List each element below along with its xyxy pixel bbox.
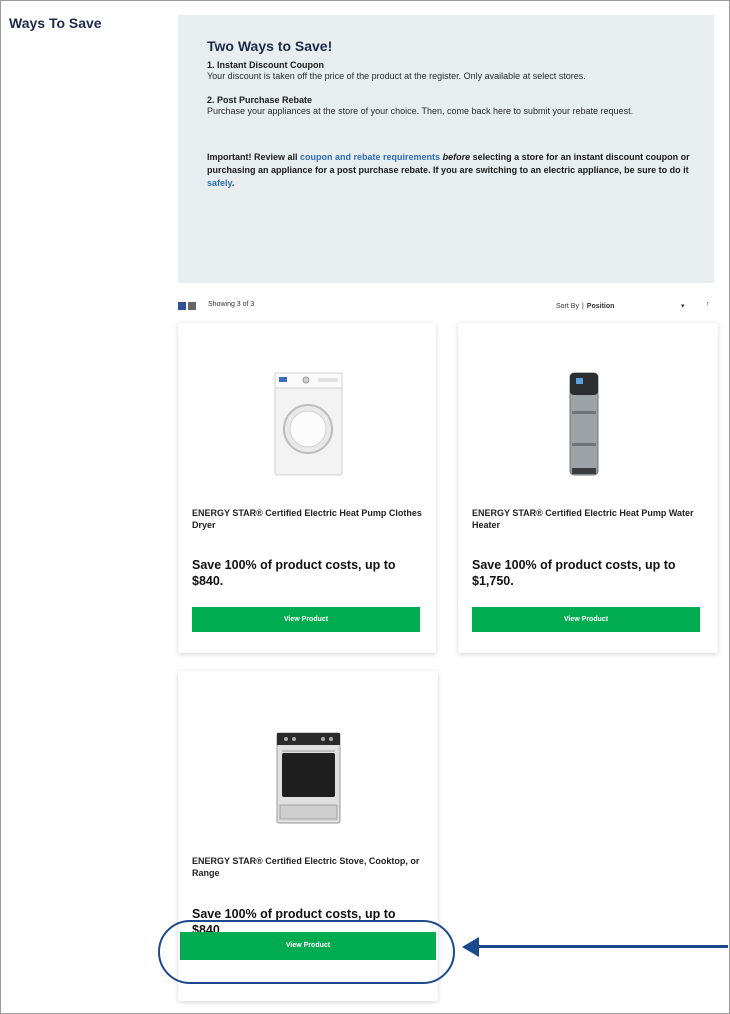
important-notice: Important! Review all coupon and rebate … <box>207 151 697 190</box>
sidebar-title: Ways To Save <box>9 15 102 31</box>
sort-value: Position <box>586 303 615 310</box>
showing-count: Showing 3 of 3 <box>208 301 255 308</box>
product-name[interactable]: ENERGY STAR® Certified Electric Heat Pum… <box>192 507 422 531</box>
ways-to-save-info-box: Two Ways to Save! 1. Instant Discount Co… <box>178 15 714 283</box>
requirements-link[interactable]: coupon and rebate requirements <box>300 152 440 162</box>
view-product-button[interactable]: View Product <box>472 607 700 632</box>
arrow-left-icon <box>462 937 479 957</box>
sort-direction-icon[interactable]: ↑ <box>706 301 710 308</box>
sort-label: Sort By <box>556 303 579 310</box>
safely-link[interactable]: safely <box>207 178 232 188</box>
product-savings: Save 100% of product costs, up to $840. <box>192 558 396 588</box>
view-product-button[interactable]: View Product <box>192 607 420 632</box>
arrow-line <box>478 945 728 948</box>
info-title: Two Ways to Save! <box>207 38 333 54</box>
sort-by[interactable]: Sort By | Position <box>556 303 614 310</box>
product-toolbar: Showing 3 of 3 Sort By | Position ▾ ↑ <box>178 300 714 314</box>
option2-title: 2. Post Purchase Rebate <box>207 95 313 105</box>
grid-view-icon[interactable] <box>178 302 186 310</box>
product-card-dryer: ENERGY STAR® Certified Electric Heat Pum… <box>178 323 436 653</box>
important-end: . <box>231 178 235 188</box>
clothes-dryer-image <box>274 372 343 476</box>
highlight-ellipse <box>158 920 455 984</box>
chevron-down-icon[interactable]: ▾ <box>681 302 685 310</box>
option1-title: 1. Instant Discount Coupon <box>207 60 324 70</box>
sort-separator: | <box>581 303 584 310</box>
product-name[interactable]: ENERGY STAR® Certified Electric Heat Pum… <box>472 507 702 531</box>
product-card-water-heater: ENERGY STAR® Certified Electric Heat Pum… <box>458 323 718 653</box>
electric-range-image <box>276 732 341 824</box>
important-before: before <box>442 152 471 162</box>
water-heater-image <box>569 372 599 476</box>
important-prefix: Important! Review all <box>207 152 301 162</box>
product-name[interactable]: ENERGY STAR® Certified Electric Stove, C… <box>192 855 422 879</box>
product-savings: Save 100% of product costs, up to $1,750… <box>472 558 676 588</box>
list-view-icon[interactable] <box>188 302 196 310</box>
option1-text: Your discount is taken off the price of … <box>207 71 586 81</box>
option2-text: Purchase your appliances at the store of… <box>207 106 634 116</box>
